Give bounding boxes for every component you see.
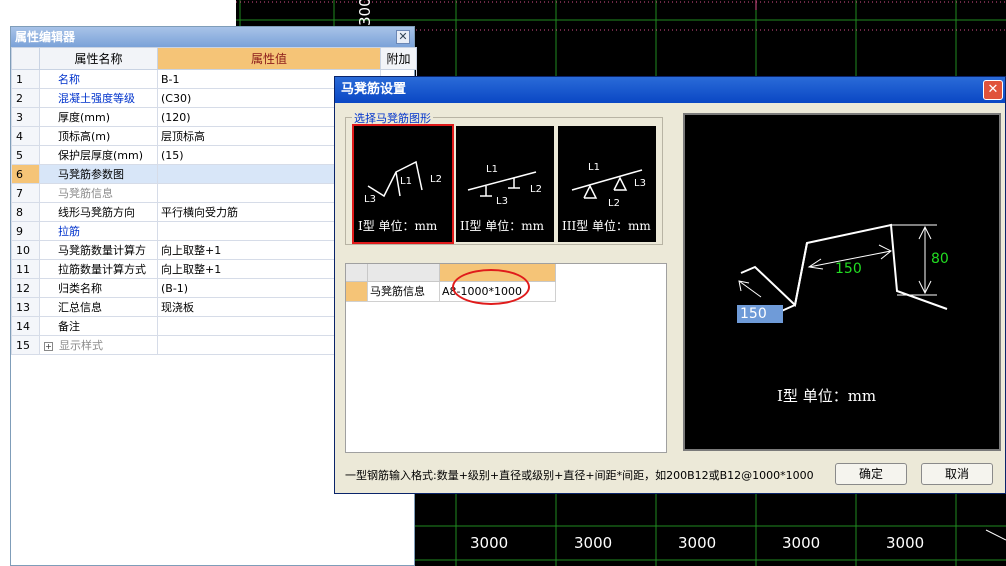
property-name-text: 顶标高(m) xyxy=(58,130,111,143)
preview-caption: I型 单位：mm xyxy=(777,387,877,405)
property-name-text: 混凝土强度等级 xyxy=(58,92,135,105)
cad-dim-label: 3000 xyxy=(574,534,613,552)
row-index: 10 xyxy=(11,240,40,260)
property-editor-title: 属性编辑器 xyxy=(15,30,76,44)
dialog-titlebar[interactable]: 马凳筋设置 ✕ xyxy=(335,77,1005,103)
header-extra[interactable]: 附加 xyxy=(380,47,417,70)
property-name-text: 厚度(mm) xyxy=(58,111,111,124)
dialog-title: 马凳筋设置 xyxy=(341,82,407,97)
property-name-text: 汇总信息 xyxy=(58,301,102,314)
property-name-text: 马凳筋数量计算方 xyxy=(58,244,146,257)
grid-corner xyxy=(346,264,368,282)
shape-caption: II型 单位：mm xyxy=(460,219,545,233)
grid-header-name xyxy=(368,264,440,282)
dimension-150-top: 150 xyxy=(835,261,862,277)
cad-dim-label-top: 3000 xyxy=(356,0,374,26)
row-index: 13 xyxy=(11,297,40,317)
close-icon[interactable]: ✕ xyxy=(983,80,1003,100)
workspace-strip xyxy=(0,0,236,26)
shape-caption: III型 单位：mm xyxy=(562,219,651,233)
property-name-text: 马凳筋参数图 xyxy=(58,168,124,181)
cancel-button[interactable]: 取消 xyxy=(921,463,993,485)
property-name: 马凳筋数量计算方 xyxy=(39,240,158,260)
property-name: 顶标高(m) xyxy=(39,126,158,146)
shape-label: L3 xyxy=(364,194,376,205)
dimension-150-selected[interactable]: 150 xyxy=(737,305,783,323)
property-name: 保护层厚度(mm) xyxy=(39,145,158,165)
shape-label: L2 xyxy=(530,184,542,195)
property-name: + 显示样式 xyxy=(39,335,158,355)
cad-dim-label: 3000 xyxy=(678,534,717,552)
shape-preview: 150 80 150 I型 单位：mm xyxy=(683,113,1001,451)
cad-dim-label: 3000 xyxy=(886,534,925,552)
cad-dim-label: 3000 xyxy=(782,534,821,552)
property-name-text: 备注 xyxy=(58,320,80,333)
row-index: 6 xyxy=(11,164,40,184)
property-name: 厚度(mm) xyxy=(39,107,158,127)
rebar-chair-settings-dialog: 马凳筋设置 ✕ 选择马凳筋图形 L1 L2 L3 I型 单位：mm L1 L2 … xyxy=(334,76,1006,494)
property-name-text: 名称 xyxy=(58,73,80,86)
shape-option-type-2[interactable]: L1 L2 L3 II型 单位：mm xyxy=(456,126,554,242)
row-index: 11 xyxy=(11,259,40,279)
row-index: 15 xyxy=(11,335,40,355)
header-property-value[interactable]: 属性值 xyxy=(157,47,381,70)
row-index: 1 xyxy=(11,69,40,89)
cad-dim-label: 3000 xyxy=(470,534,509,552)
shape-label: L3 xyxy=(496,196,508,207)
property-name-text: 马凳筋信息 xyxy=(58,187,113,200)
property-name: 拉筋 xyxy=(39,221,158,241)
shape-label: L1 xyxy=(400,176,412,187)
property-editor-titlebar[interactable]: 属性编辑器 ✕ xyxy=(11,27,414,47)
shape-option-type-3[interactable]: L1 L3 L2 III型 单位：mm xyxy=(558,126,656,242)
row-index: 14 xyxy=(11,316,40,336)
ok-button[interactable]: 确定 xyxy=(835,463,907,485)
shape-label: L1 xyxy=(588,162,600,173)
row-index: 12 xyxy=(11,278,40,298)
property-name: 马凳筋参数图 xyxy=(39,164,158,184)
property-name: 归类名称 xyxy=(39,278,158,298)
shape-label: L2 xyxy=(430,174,442,185)
row-index: 5 xyxy=(11,145,40,165)
property-name-text: 线形马凳筋方向 xyxy=(58,206,135,219)
shape-selection-group: 选择马凳筋图形 L1 L2 L3 I型 单位：mm L1 L2 L3 II型 单… xyxy=(345,110,663,245)
property-name-text: 保护层厚度(mm) xyxy=(58,149,144,162)
property-name: 混凝土强度等级 xyxy=(39,88,158,108)
rebar-info-grid: 马凳筋信息 A8-1000*1000 xyxy=(345,263,667,453)
property-name: 备注 xyxy=(39,316,158,336)
highlight-ellipse xyxy=(452,269,530,305)
row-index: 2 xyxy=(11,88,40,108)
property-name-text: 拉筋 xyxy=(58,225,80,238)
property-name-text: 拉筋数量计算方式 xyxy=(58,263,146,276)
property-name-text: 归类名称 xyxy=(58,282,102,295)
row-index: 8 xyxy=(11,202,40,222)
property-name: 马凳筋信息 xyxy=(39,183,158,203)
property-name: 名称 xyxy=(39,69,158,89)
shape-label: L3 xyxy=(634,178,646,189)
expand-plus-icon[interactable]: + xyxy=(44,342,53,351)
shape-label: L1 xyxy=(486,164,498,175)
shape-group-label: 选择马凳筋图形 xyxy=(352,110,433,126)
dimension-80: 80 xyxy=(931,251,949,267)
shape-option-type-1[interactable]: L1 L2 L3 I型 单位：mm xyxy=(352,124,454,244)
shape-caption: I型 单位：mm xyxy=(358,219,438,233)
property-name: 线形马凳筋方向 xyxy=(39,202,158,222)
property-name-text: 显示样式 xyxy=(59,339,103,352)
row-index: 9 xyxy=(11,221,40,241)
close-icon[interactable]: ✕ xyxy=(396,30,410,44)
property-name: 拉筋数量计算方式 xyxy=(39,259,158,279)
row-index: 3 xyxy=(11,107,40,127)
property-name: 汇总信息 xyxy=(39,297,158,317)
row-index: 4 xyxy=(11,126,40,146)
header-index xyxy=(11,47,40,70)
shape-label: L2 xyxy=(608,198,620,209)
grid-row-header xyxy=(346,282,368,302)
header-property-name[interactable]: 属性名称 xyxy=(39,47,158,70)
format-hint-text: 一型钢筋输入格式:数量+级别+直径或级别+直径+间距*间距，如200B12或B1… xyxy=(345,469,814,482)
grid-row-label: 马凳筋信息 xyxy=(368,282,440,302)
row-index: 7 xyxy=(11,183,40,203)
